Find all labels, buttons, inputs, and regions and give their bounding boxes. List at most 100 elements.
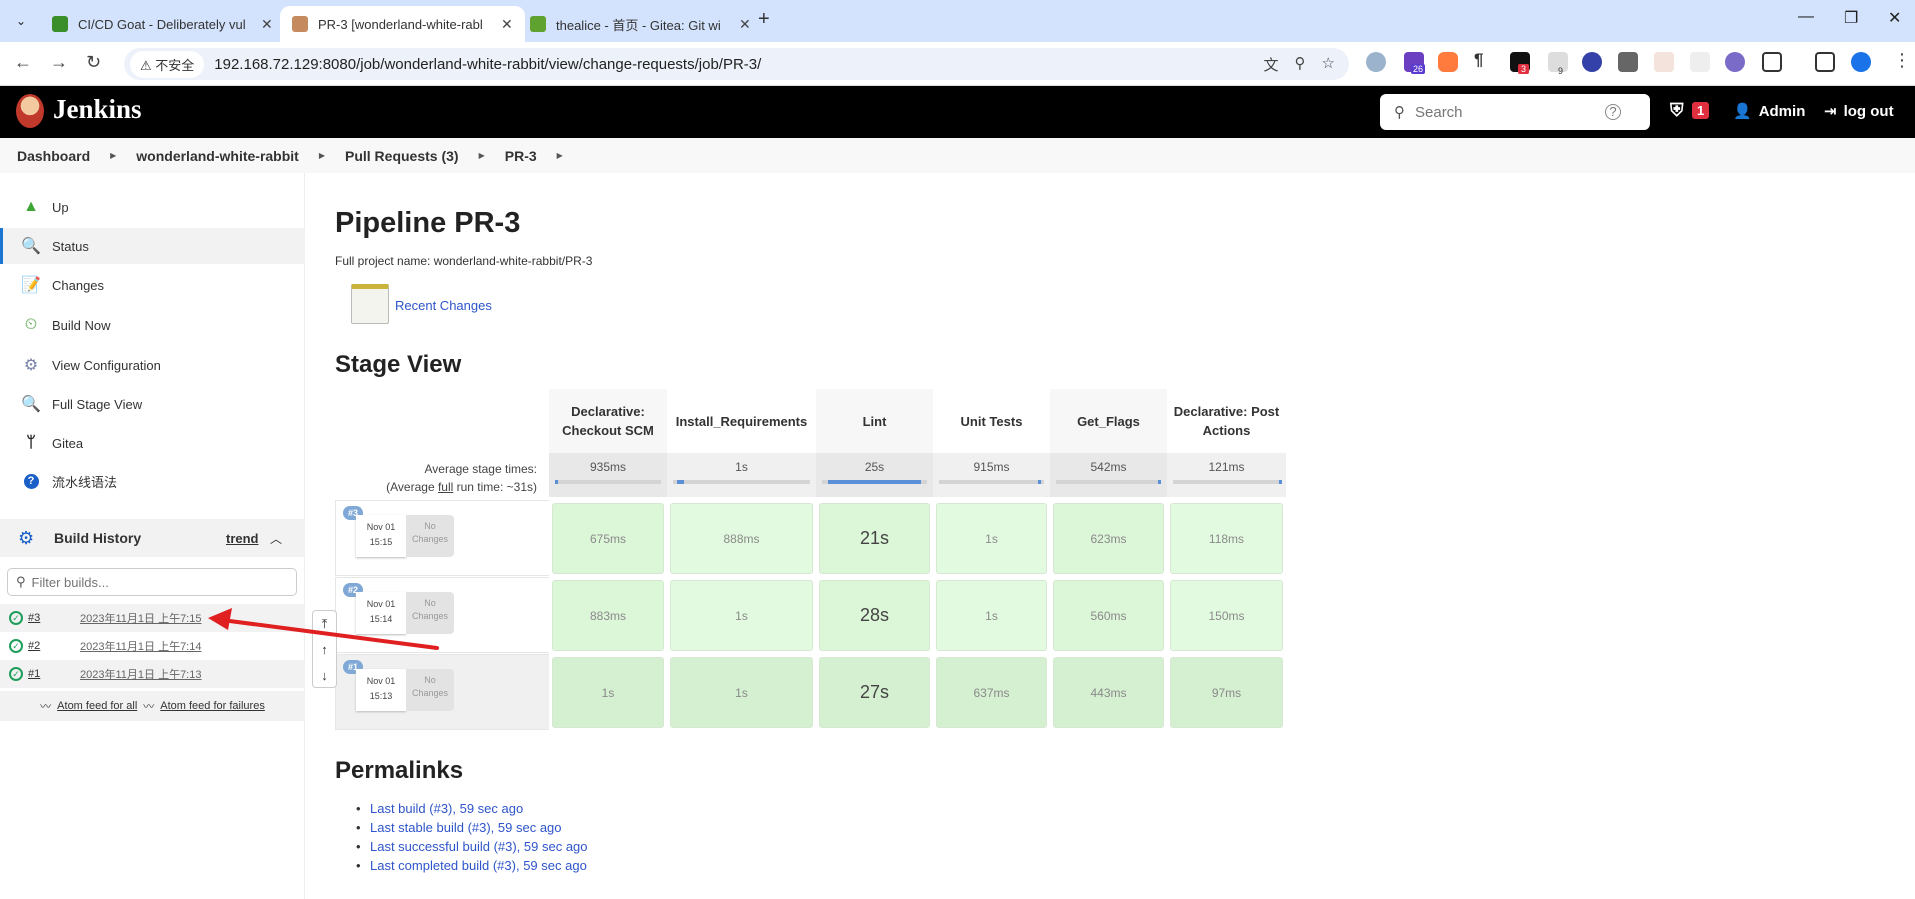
- build-number-link[interactable]: #2: [28, 640, 68, 652]
- breadcrumb-chevron-icon[interactable]: ▶: [557, 151, 563, 160]
- permalink-last-stable[interactable]: Last stable build (#3), 59 sec ago: [356, 820, 561, 835]
- build-date-link[interactable]: 2023年11月1日 上午7:13: [80, 666, 201, 682]
- stage-cell[interactable]: 888ms: [670, 503, 813, 574]
- jenkins-brand[interactable]: Jenkins: [53, 94, 142, 125]
- atom-feed-failures-link[interactable]: Atom feed for failures: [160, 700, 265, 712]
- trend-link[interactable]: trend: [226, 531, 259, 546]
- security-alert-badge[interactable]: 1: [1692, 102, 1710, 119]
- filter-builds-input[interactable]: [31, 574, 272, 590]
- permalink-last-completed[interactable]: Last completed build (#3), 59 sec ago: [356, 858, 587, 873]
- translate-icon[interactable]: 文: [1264, 54, 1279, 75]
- stage-cell[interactable]: 27s: [819, 657, 930, 728]
- build-row[interactable]: ✓ #3 2023年11月1日 上午7:15: [0, 604, 305, 632]
- extension-icon[interactable]: [1618, 52, 1638, 72]
- scroll-up-icon[interactable]: ↑: [313, 637, 336, 663]
- close-tab-icon[interactable]: ✕: [739, 16, 751, 33]
- stage-cell[interactable]: 97ms: [1170, 657, 1283, 728]
- breadcrumb-job[interactable]: wonderland-white-rabbit: [136, 148, 299, 164]
- stage-cell[interactable]: 637ms: [936, 657, 1047, 728]
- paragraph-extension-icon[interactable]: ¶: [1474, 50, 1494, 70]
- stage-cell[interactable]: 1s: [670, 657, 813, 728]
- stage-cell[interactable]: 1s: [936, 503, 1047, 574]
- stage-cell[interactable]: 21s: [819, 503, 930, 574]
- user-link[interactable]: 👤 Admin: [1733, 102, 1805, 121]
- sidepanel-icon[interactable]: [1815, 52, 1835, 72]
- extension-icon[interactable]: [1366, 52, 1386, 72]
- sidebar-item-status[interactable]: 🔍 Status: [0, 228, 305, 264]
- stage-cell[interactable]: 1s: [552, 657, 664, 728]
- stage-cell[interactable]: 443ms: [1053, 657, 1164, 728]
- ip-extension-icon[interactable]: [1690, 52, 1710, 72]
- close-window-button[interactable]: ✕: [1888, 8, 1901, 28]
- breadcrumb-chevron-icon[interactable]: ▶: [110, 151, 116, 160]
- tab-search-button[interactable]: ⌄: [10, 10, 32, 32]
- insecure-badge[interactable]: ⚠ 不安全: [130, 50, 205, 78]
- build-row[interactable]: ✓ #2 2023年11月1日 上午7:14: [0, 632, 305, 660]
- stage-cell[interactable]: 675ms: [552, 503, 664, 574]
- stage-cell[interactable]: 28s: [819, 580, 930, 651]
- stage-cell[interactable]: 623ms: [1053, 503, 1164, 574]
- recent-changes-notepad-icon[interactable]: [351, 284, 389, 324]
- new-tab-button[interactable]: +: [758, 8, 770, 31]
- logout-link[interactable]: ⇥ log out: [1824, 102, 1894, 121]
- search-help-icon[interactable]: ?: [1605, 104, 1621, 120]
- minimize-button[interactable]: —: [1798, 8, 1814, 26]
- extension-icon[interactable]: [1582, 52, 1602, 72]
- sidebar-item-view-configuration[interactable]: ⚙ View Configuration: [0, 347, 305, 383]
- browser-tab[interactable]: thealice - 首页 - Gitea: Git wi ✕: [518, 6, 763, 42]
- filter-builds-box[interactable]: ⚲: [7, 568, 297, 596]
- breadcrumb-chevron-icon[interactable]: ▶: [479, 151, 485, 160]
- recent-changes-link[interactable]: Recent Changes: [395, 298, 492, 313]
- sidebar-item-build-now[interactable]: ⏲ Build Now: [0, 307, 305, 343]
- url-text[interactable]: 192.168.72.129:8080/job/wonderland-white…: [214, 56, 761, 73]
- sidebar-item-up[interactable]: ▲ Up: [0, 189, 305, 225]
- run-date-card[interactable]: Nov 01 15:14: [356, 592, 406, 634]
- collapse-chevron-up-icon[interactable]: ︿: [270, 530, 282, 547]
- stage-cell[interactable]: 1s: [936, 580, 1047, 651]
- sidebar-item-pipeline-syntax[interactable]: ? 流水线语法: [0, 463, 305, 499]
- security-shield-icon[interactable]: ⛨: [1670, 100, 1684, 121]
- sidebar-item-gitea[interactable]: ᛘ Gitea: [0, 425, 305, 461]
- build-number-link[interactable]: #1: [28, 668, 68, 680]
- back-icon[interactable]: ←: [14, 52, 32, 73]
- build-number-link[interactable]: #3: [28, 612, 68, 624]
- scroll-top-icon[interactable]: ⤒: [313, 611, 336, 637]
- permalink-last-successful[interactable]: Last successful build (#3), 59 sec ago: [356, 839, 587, 854]
- breadcrumb-pull-requests[interactable]: Pull Requests (3): [345, 148, 459, 164]
- breadcrumb-pr[interactable]: PR-3: [505, 148, 537, 164]
- sidebar-item-changes[interactable]: 📝 Changes: [0, 267, 305, 303]
- bookmark-star-icon[interactable]: ☆: [1322, 54, 1335, 75]
- forward-icon[interactable]: →: [50, 52, 68, 73]
- build-date-link[interactable]: 2023年11月1日 上午7:15: [80, 610, 201, 626]
- breadcrumb-dashboard[interactable]: Dashboard: [17, 148, 90, 164]
- browser-menu-icon[interactable]: ⋮: [1893, 50, 1911, 71]
- run-changes[interactable]: No Changes: [406, 515, 454, 557]
- scroll-down-icon[interactable]: ↓: [313, 663, 336, 689]
- build-row[interactable]: ✓ #1 2023年11月1日 上午7:13: [0, 660, 305, 688]
- permalink-last-build[interactable]: Last build (#3), 59 sec ago: [356, 801, 523, 816]
- atom-feed-all-link[interactable]: Atom feed for all: [57, 700, 137, 712]
- reload-icon[interactable]: ↻: [86, 52, 101, 73]
- browser-tab-active[interactable]: PR-3 [wonderland-white-rabl ✕: [280, 6, 525, 42]
- sidebar-item-full-stage-view[interactable]: 🔍 Full Stage View: [0, 386, 305, 422]
- search-box[interactable]: ⚲ ?: [1380, 94, 1650, 130]
- run-date-card[interactable]: Nov 01 15:15: [356, 515, 406, 557]
- stage-cell[interactable]: 1s: [670, 580, 813, 651]
- stage-cell[interactable]: 883ms: [552, 580, 664, 651]
- close-tab-icon[interactable]: ✕: [261, 16, 273, 33]
- search-input[interactable]: [1415, 103, 1605, 121]
- extension-icon[interactable]: [1438, 52, 1458, 72]
- browser-tab[interactable]: CI/CD Goat - Deliberately vul ✕: [40, 6, 285, 42]
- stage-cell[interactable]: 560ms: [1053, 580, 1164, 651]
- stage-cell[interactable]: 118ms: [1170, 503, 1283, 574]
- run-changes[interactable]: No Changes: [406, 592, 454, 634]
- breadcrumb-chevron-icon[interactable]: ▶: [319, 151, 325, 160]
- jenkins-logo-icon[interactable]: [16, 94, 44, 128]
- full-run-link[interactable]: full: [438, 480, 453, 494]
- run-date-card[interactable]: Nov 01 15:13: [356, 669, 406, 711]
- run-changes[interactable]: No Changes: [406, 669, 454, 711]
- extension-icon[interactable]: [1725, 52, 1745, 72]
- extensions-puzzle-icon[interactable]: [1762, 52, 1782, 72]
- extension-icon[interactable]: [1654, 52, 1674, 72]
- build-date-link[interactable]: 2023年11月1日 上午7:14: [80, 638, 201, 654]
